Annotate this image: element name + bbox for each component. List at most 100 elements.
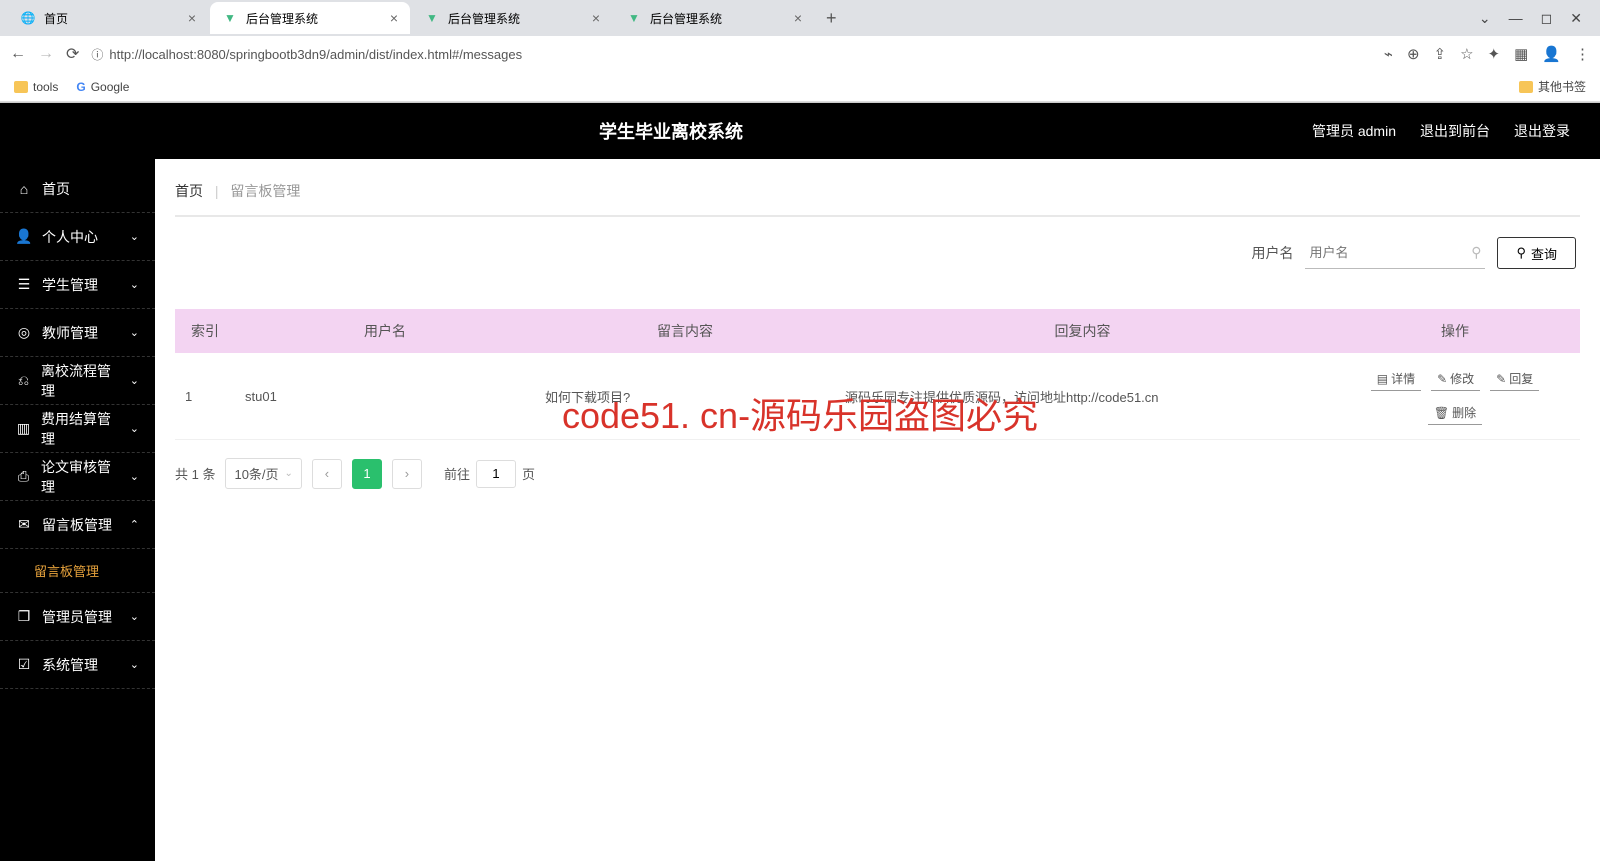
pagination: 共 1 条 10条/页⌄ ‹ 1 › 前往 页 xyxy=(175,458,1580,489)
close-window-icon[interactable]: ✕ xyxy=(1570,10,1582,27)
back-icon[interactable]: ← xyxy=(10,45,26,63)
chevron-up-icon: ⌃ xyxy=(130,518,139,531)
delete-button[interactable]: 🗑删除 xyxy=(1428,401,1482,425)
zoom-icon[interactable]: ⊕ xyxy=(1407,45,1420,63)
maximize-icon[interactable]: ◻ xyxy=(1541,10,1553,27)
browser-tab[interactable]: ▼ 后台管理系统 × xyxy=(614,2,814,34)
reply-icon: ✎ xyxy=(1496,372,1506,386)
browser-tab[interactable]: 🌐 首页 × xyxy=(8,2,208,34)
chevron-down-icon: ⌄ xyxy=(130,278,139,291)
app-title: 学生毕业离校系统 xyxy=(30,118,1312,144)
search-label: 用户名 xyxy=(1251,243,1293,263)
info-icon: ⓘ xyxy=(91,46,103,63)
extensions-icon[interactable]: ✦ xyxy=(1488,45,1501,63)
detail-button[interactable]: ▤详情 xyxy=(1371,367,1421,391)
key-icon[interactable]: ⌁ xyxy=(1384,45,1393,63)
edit-button[interactable]: ✎修改 xyxy=(1431,367,1480,391)
cell-actions: ▤详情 ✎修改 ✎回复 🗑删除 xyxy=(1330,353,1580,440)
breadcrumb-separator: | xyxy=(215,183,219,199)
chevron-down-icon: ⌄ xyxy=(130,610,139,623)
cell-reply: 源码乐园专注提供优质源码，访问地址http://code51.cn xyxy=(835,353,1330,440)
chevron-down-icon: ⌄ xyxy=(285,468,293,479)
user-icon: 👤 xyxy=(16,228,32,245)
sidebar-item-profile[interactable]: 👤个人中心⌄ xyxy=(0,213,155,261)
sidebar-item-home[interactable]: ⌂首页 xyxy=(0,165,155,213)
sidebar: ⌂首页 👤个人中心⌄ ☰学生管理⌄ ◎教师管理⌄ ⎌离校流程管理⌄ ▥费用结算管… xyxy=(0,159,155,861)
col-username: 用户名 xyxy=(235,309,535,353)
col-index: 索引 xyxy=(175,309,235,353)
messages-table: 索引 用户名 留言内容 回复内容 操作 1 stu01 如何下载项目? 源码乐园… xyxy=(175,309,1580,440)
sidebar-item-students[interactable]: ☰学生管理⌄ xyxy=(0,261,155,309)
page-number-button[interactable]: 1 xyxy=(352,459,382,489)
menu-icon[interactable]: ⋮ xyxy=(1575,45,1590,63)
doc-icon: ⎙ xyxy=(16,468,31,485)
page-size-select[interactable]: 10条/页⌄ xyxy=(225,458,301,489)
breadcrumb-current: 留言板管理 xyxy=(230,183,300,199)
prev-page-button[interactable]: ‹ xyxy=(312,459,342,489)
share-icon[interactable]: ⇪ xyxy=(1434,45,1447,63)
copy-icon: ❐ xyxy=(16,608,32,625)
sidebar-item-system[interactable]: ☑系统管理⌄ xyxy=(0,641,155,689)
profile-icon[interactable]: 👤 xyxy=(1542,45,1561,63)
logout-link[interactable]: 退出登录 xyxy=(1514,121,1570,141)
search-icon: ⚲ xyxy=(1516,245,1526,261)
close-icon[interactable]: × xyxy=(794,10,802,26)
table-header-row: 索引 用户名 留言内容 回复内容 操作 xyxy=(175,309,1580,353)
folder-icon xyxy=(14,81,28,93)
app-icon[interactable]: ▦ xyxy=(1514,45,1528,63)
close-icon[interactable]: × xyxy=(592,10,600,26)
browser-chrome: 🌐 首页 × ▼ 后台管理系统 × ▼ 后台管理系统 × ▼ 后台管理系统 × … xyxy=(0,0,1600,103)
sidebar-subitem-messages[interactable]: 留言板管理 xyxy=(0,549,155,593)
delete-icon: 🗑 xyxy=(1434,406,1449,420)
chevron-down-icon: ⌄ xyxy=(130,374,139,387)
sidebar-item-admins[interactable]: ❐管理员管理⌄ xyxy=(0,593,155,641)
username-search-input[interactable] xyxy=(1305,237,1485,269)
cell-username: stu01 xyxy=(235,353,535,440)
url-input[interactable]: ⓘ http://localhost:8080/springbootb3dn9/… xyxy=(91,46,1372,63)
sidebar-item-teachers[interactable]: ◎教师管理⌄ xyxy=(0,309,155,357)
reply-button[interactable]: ✎回复 xyxy=(1490,367,1539,391)
sidebar-item-messages[interactable]: ✉留言板管理⌃ xyxy=(0,501,155,549)
tab-title: 后台管理系统 xyxy=(650,10,722,27)
reload-icon[interactable]: ⟳ xyxy=(66,44,79,64)
cell-index: 1 xyxy=(175,353,235,440)
close-icon[interactable]: × xyxy=(188,10,196,26)
next-page-button[interactable]: › xyxy=(392,459,422,489)
current-user: 管理员 admin xyxy=(1312,121,1396,141)
flow-icon: ⎌ xyxy=(16,372,31,389)
chevron-down-icon[interactable]: ⌄ xyxy=(1479,10,1491,27)
bookmark-google[interactable]: GGoogle xyxy=(76,80,129,94)
forward-icon[interactable]: → xyxy=(38,45,54,63)
bookmark-other[interactable]: 其他书签 xyxy=(1519,78,1586,95)
new-tab-button[interactable]: + xyxy=(816,8,847,29)
cell-content: 如何下载项目? xyxy=(535,353,835,440)
goto-suffix: 页 xyxy=(522,464,535,483)
tab-title: 首页 xyxy=(44,10,68,27)
vue-icon: ▼ xyxy=(222,10,238,26)
tab-strip: 🌐 首页 × ▼ 后台管理系统 × ▼ 后台管理系统 × ▼ 后台管理系统 × … xyxy=(0,0,1600,36)
sidebar-item-leave-flow[interactable]: ⎌离校流程管理⌄ xyxy=(0,357,155,405)
home-icon: ⌂ xyxy=(16,181,32,197)
sidebar-item-fee[interactable]: ▥费用结算管理⌄ xyxy=(0,405,155,453)
chevron-down-icon: ⌄ xyxy=(130,658,139,671)
tab-title: 后台管理系统 xyxy=(448,10,520,27)
chevron-down-icon: ⌄ xyxy=(130,422,139,435)
col-content: 留言内容 xyxy=(535,309,835,353)
to-frontend-link[interactable]: 退出到前台 xyxy=(1420,121,1490,141)
query-button[interactable]: ⚲查询 xyxy=(1497,237,1576,269)
minimize-icon[interactable]: — xyxy=(1509,10,1523,27)
breadcrumb-home[interactable]: 首页 xyxy=(175,183,203,199)
detail-icon: ▤ xyxy=(1377,372,1388,386)
browser-tab[interactable]: ▼ 后台管理系统 × xyxy=(412,2,612,34)
close-icon[interactable]: × xyxy=(390,10,398,26)
sidebar-item-thesis[interactable]: ⎙论文审核管理⌄ xyxy=(0,453,155,501)
chevron-down-icon: ⌄ xyxy=(130,230,139,243)
star-icon[interactable]: ☆ xyxy=(1460,45,1473,63)
folder-icon xyxy=(1519,81,1533,93)
table-row: 1 stu01 如何下载项目? 源码乐园专注提供优质源码，访问地址http://… xyxy=(175,353,1580,440)
goto-page-input[interactable] xyxy=(476,460,516,488)
browser-tab[interactable]: ▼ 后台管理系统 × xyxy=(210,2,410,34)
search-bar: 用户名 ⚲ ⚲查询 xyxy=(175,237,1580,269)
edit-icon: ✎ xyxy=(1437,372,1447,386)
bookmark-tools[interactable]: tools xyxy=(14,80,58,94)
